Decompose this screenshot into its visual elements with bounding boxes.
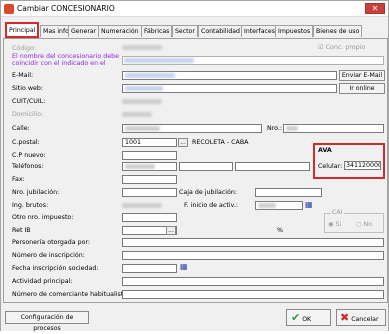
email-value bbox=[125, 73, 175, 78]
tab-contabilidad[interactable]: Contabilidad bbox=[198, 25, 243, 37]
ir-online-button[interactable]: Ir online bbox=[339, 83, 385, 94]
tab-bienes-de-uso[interactable]: Bienes de uso bbox=[313, 25, 363, 37]
jubilacion-label: Nro. jubilación: bbox=[12, 189, 60, 196]
tab-principal[interactable]: Principal bbox=[5, 22, 40, 38]
tab-fabricas[interactable]: Fábricas bbox=[141, 25, 173, 37]
codigo-label: Código: bbox=[12, 45, 36, 52]
cai-no-radio[interactable]: ○ No bbox=[356, 221, 372, 228]
nro-label: Nro.: bbox=[267, 125, 283, 132]
caja-jubilacion-label: Caja de jubilación: bbox=[179, 189, 238, 196]
domicilio-value bbox=[122, 112, 152, 117]
otro-impuesto-label: Otro nro. impuesto: bbox=[12, 214, 74, 221]
telefonos-label: Teléfonos: bbox=[12, 163, 44, 170]
cai-si-label: Si bbox=[335, 221, 342, 228]
cpostal-label: C.postal: bbox=[12, 139, 40, 146]
ok-label: OK bbox=[302, 316, 312, 323]
conc-propio-label: Conc. propio bbox=[325, 44, 366, 51]
nombre-hint-2: coincidir con el indicado en el bbox=[12, 60, 106, 67]
celular-label: Celular: bbox=[318, 163, 343, 170]
personeria-field[interactable] bbox=[122, 238, 384, 247]
sitio-web-value bbox=[125, 86, 163, 91]
close-button[interactable]: ✕ bbox=[365, 3, 385, 14]
telefono-3-field[interactable] bbox=[235, 162, 310, 171]
ret-ib-lookup-button[interactable]: ... bbox=[166, 226, 176, 235]
cp-nuevo-label: C.P nuevo: bbox=[12, 152, 46, 159]
tab-numeracion[interactable]: Numeración bbox=[98, 25, 142, 37]
calendar-icon[interactable]: ▦ bbox=[180, 262, 188, 271]
cai-no-label: No bbox=[363, 221, 373, 228]
inicio-actividad-label: F. inicio de activ.: bbox=[184, 202, 238, 209]
tab-sector[interactable]: Sector bbox=[172, 25, 198, 37]
telefono-2-field[interactable] bbox=[179, 162, 233, 171]
calle-value bbox=[125, 126, 160, 131]
ing-brutos-label: Ing. brutos: bbox=[12, 202, 49, 209]
tab-impuestos[interactable]: Impuestos bbox=[275, 25, 314, 37]
personeria-label: Personería otorgada por: bbox=[12, 239, 91, 246]
cai-si-radio[interactable]: ◉ Si bbox=[328, 221, 341, 228]
cancel-label: Cancelar bbox=[351, 316, 379, 323]
cai-group: CAI ◉ Si ○ No bbox=[324, 209, 384, 233]
localidad-value: RECOLETA - CABA bbox=[192, 139, 249, 146]
ava-label: AVA bbox=[318, 147, 332, 154]
window-title: Cambiar CONCESIONARIO bbox=[17, 4, 115, 13]
title-bar: Cambiar CONCESIONARIO ✕ bbox=[1, 1, 388, 17]
principal-panel: Código: ☑ Conc. propio El nombre del con… bbox=[3, 38, 388, 303]
check-icon: ✔ bbox=[291, 311, 301, 324]
actividad-field[interactable] bbox=[122, 277, 384, 286]
nro-value bbox=[286, 126, 298, 131]
percent-label: % bbox=[277, 227, 283, 234]
celular-field[interactable]: 3411200000 bbox=[344, 161, 381, 170]
cross-icon: ✖ bbox=[340, 311, 350, 324]
fax-field[interactable] bbox=[122, 175, 177, 184]
email-label: E-Mail: bbox=[12, 72, 34, 79]
nombre-value bbox=[124, 58, 194, 63]
fecha-inscripcion-label: Fecha inscripción sociedad: bbox=[12, 265, 99, 272]
fax-label: Fax: bbox=[12, 176, 25, 183]
ing-brutos-value bbox=[122, 203, 162, 208]
nro-field[interactable] bbox=[283, 124, 384, 133]
cai-label: CAI bbox=[331, 209, 344, 216]
caja-jubilacion-field[interactable] bbox=[255, 188, 322, 197]
actividad-label: Actividad principal: bbox=[12, 278, 73, 285]
concesionario-window: Cambiar CONCESIONARIO ✕ Principal Mas in… bbox=[0, 0, 389, 332]
inscripcion-field[interactable] bbox=[122, 251, 384, 260]
jubilacion-field[interactable] bbox=[122, 188, 177, 197]
cuit-label: CUIT/CUIL: bbox=[12, 98, 46, 105]
cancel-button[interactable]: ✖ Cancelar bbox=[336, 309, 386, 326]
calle-label: Calle: bbox=[12, 125, 30, 132]
app-icon bbox=[4, 4, 14, 14]
tab-generar[interactable]: Generar bbox=[68, 25, 100, 37]
inicio-actividad-value bbox=[258, 203, 276, 208]
sitio-web-label: Sitio web: bbox=[12, 85, 43, 92]
comerciante-label: Número de comerciante habitualista: bbox=[12, 291, 130, 298]
tab-interfaces[interactable]: Interfaces bbox=[241, 25, 278, 37]
configuracion-procesos-button[interactable]: Configuración de procesos bbox=[5, 311, 89, 332]
inscripcion-label: Número de inscripción: bbox=[12, 252, 85, 259]
fecha-inscripcion-field[interactable] bbox=[122, 264, 177, 273]
ok-button[interactable]: ✔ OK bbox=[286, 309, 331, 326]
otro-impuesto-field[interactable] bbox=[122, 213, 177, 222]
domicilio-label: Domicilio: bbox=[12, 111, 44, 118]
nombre-hint-1: El nombre del concesionario debe bbox=[12, 53, 119, 60]
ret-ib-label: Ret IB bbox=[12, 227, 31, 234]
cuit-value bbox=[122, 99, 162, 104]
conc-propio-checkbox[interactable]: ☑ Conc. propio bbox=[318, 44, 365, 51]
cpostal-lookup-button[interactable]: ... bbox=[178, 138, 188, 147]
cpostal-field[interactable]: 1001 bbox=[122, 138, 177, 147]
comerciante-field[interactable] bbox=[122, 290, 384, 299]
calendar-icon[interactable]: ▦ bbox=[305, 200, 313, 209]
telefono-1-value bbox=[125, 164, 155, 169]
cp-nuevo-field[interactable] bbox=[122, 151, 177, 160]
ava-group: AVA Celular: 3411200000 bbox=[313, 143, 385, 179]
tab-bar: Principal Mas info Generar Numeración Fá… bbox=[3, 22, 388, 38]
enviar-email-button[interactable]: Enviar E-Mail bbox=[339, 70, 385, 81]
codigo-value bbox=[122, 45, 162, 50]
bottom-bar: Configuración de procesos ✔ OK ✖ Cancela… bbox=[1, 305, 388, 332]
